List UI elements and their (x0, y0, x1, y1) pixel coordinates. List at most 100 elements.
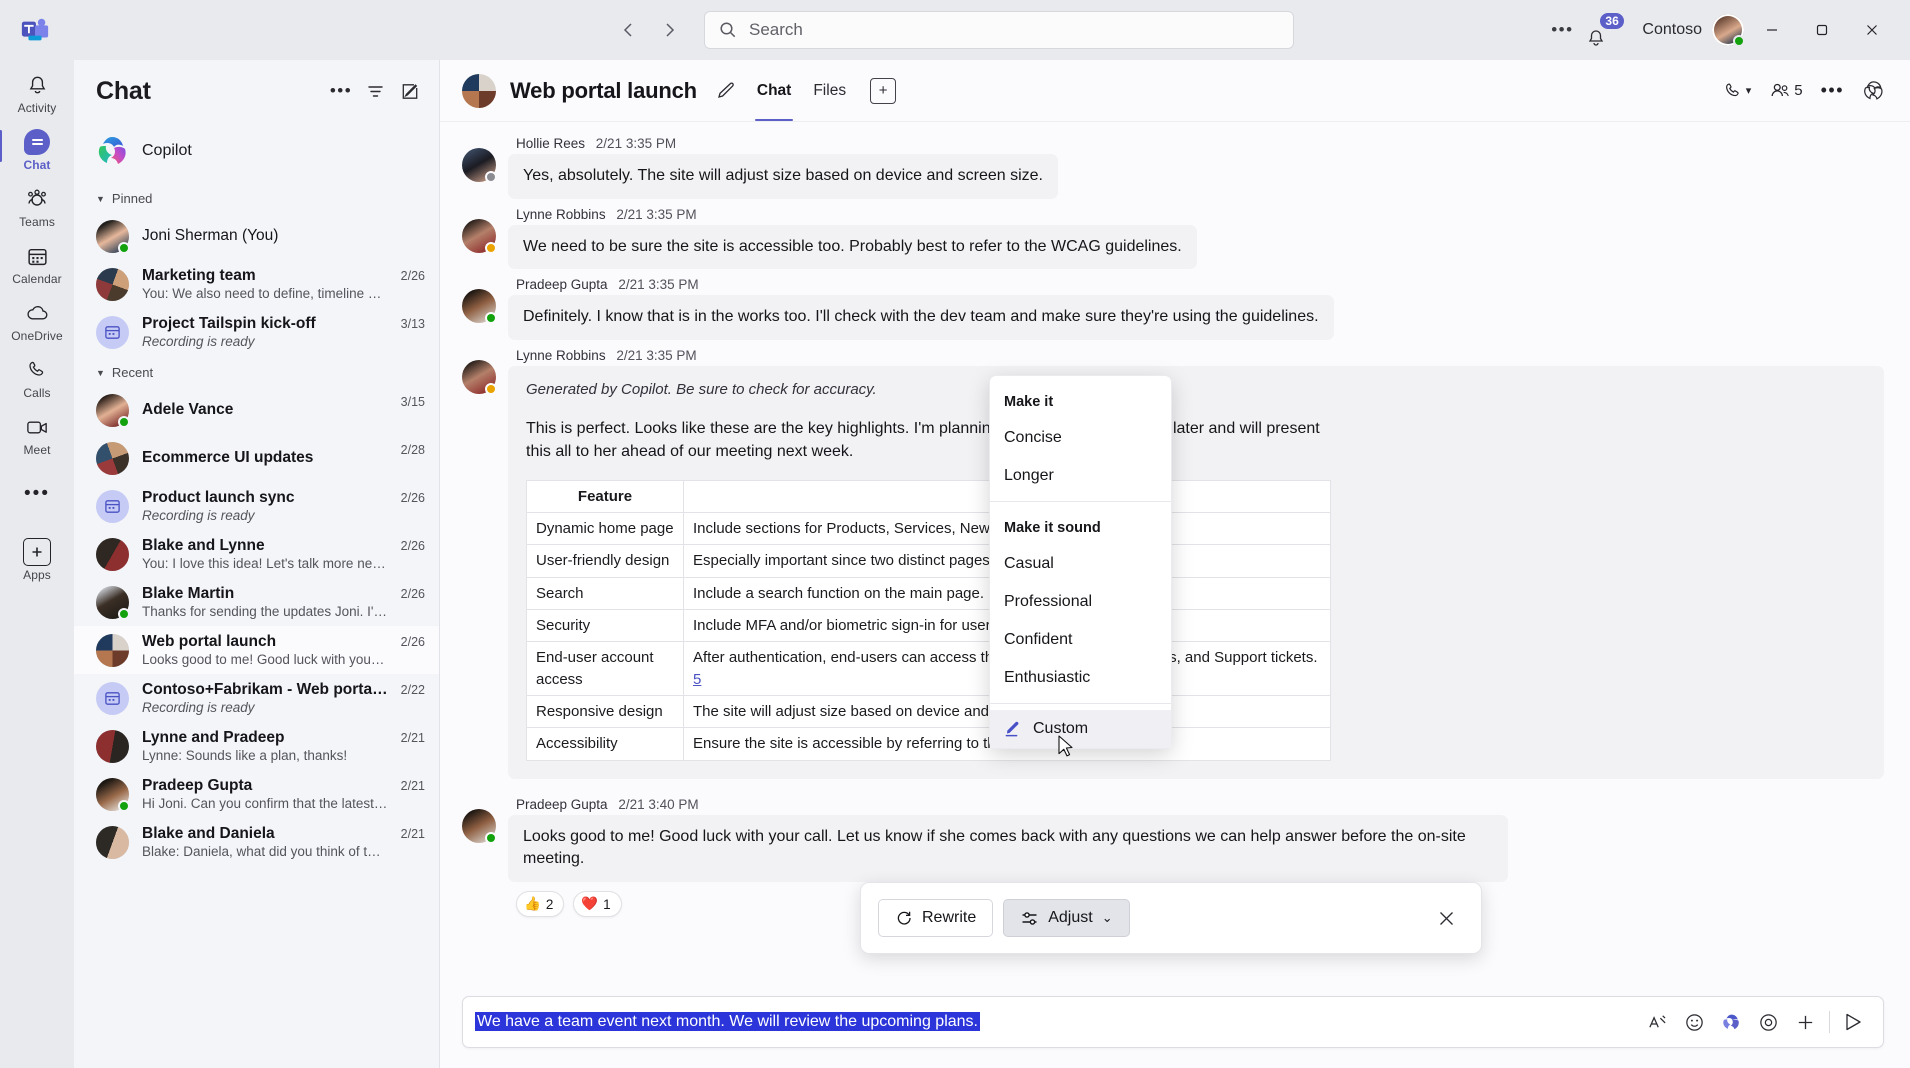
list-item-preview: You: I love this idea! Let's talk more n… (142, 556, 388, 571)
table-cell: User-friendly design (526, 544, 684, 578)
list-item-label: Blake and Lynne (142, 537, 265, 554)
teams-logo-icon (18, 13, 52, 47)
participants-button[interactable]: 5 (1762, 74, 1809, 108)
sidebar-item-meet[interactable]: Meet (5, 408, 69, 461)
list-item[interactable]: Ecommerce UI updates 2/28 (74, 434, 439, 482)
list-item-web-portal-launch[interactable]: Web portal launch Looks good to me! Good… (74, 626, 439, 674)
chat-section-pinned[interactable]: ▼ Pinned (74, 182, 439, 212)
chat-section-recent[interactable]: ▼ Recent (74, 356, 439, 386)
emoji-icon[interactable] (1677, 1005, 1711, 1039)
list-item-label: Lynne and Pradeep (142, 729, 285, 746)
menu-item-confident[interactable]: Confident (990, 621, 1171, 659)
list-item[interactable]: Pradeep Gupta Hi Joni. Can you confirm t… (74, 770, 439, 818)
table-cell: Responsive design (526, 694, 684, 729)
list-item-copilot[interactable]: Copilot (84, 126, 431, 176)
maximize-button[interactable] (1800, 11, 1844, 49)
org-name: Contoso (1642, 21, 1702, 38)
menu-item-concise[interactable]: Concise (990, 419, 1171, 457)
pencil-icon[interactable] (711, 76, 741, 106)
reaction-thumbsup[interactable]: 👍 2 (516, 891, 565, 917)
sidebar-item-onedrive[interactable]: OneDrive (5, 294, 69, 347)
list-item[interactable]: Marketing team You: We also need to defi… (74, 260, 439, 308)
message-meta: Hollie Rees 2/21 3:35 PM (508, 132, 1884, 154)
tab-files[interactable]: Files (805, 60, 854, 121)
conversation-tabs: Chat Files + (749, 60, 897, 121)
chat-list-actions: ••• (325, 75, 425, 107)
compose-icon[interactable] (393, 75, 425, 107)
list-item[interactable]: Adele Vance 3/15 (74, 386, 439, 434)
list-item-label: Blake Martin (142, 585, 235, 602)
filter-icon[interactable] (359, 75, 391, 107)
sidebar-item-apps[interactable]: Apps (5, 533, 69, 586)
chat-list-scroll[interactable]: Copilot ▼ Pinned Joni Sherman (You) Mark… (74, 122, 439, 1068)
close-icon[interactable] (1429, 901, 1463, 935)
close-button[interactable] (1850, 11, 1894, 49)
sidebar-item-chat[interactable]: Chat (0, 123, 69, 176)
list-item[interactable]: Joni Sherman (You) (74, 212, 439, 260)
list-item-date: 2/26 (400, 539, 425, 553)
format-icon[interactable] (1640, 1005, 1674, 1039)
list-item[interactable]: Contoso+Fabrikam - Web portal ki... Reco… (74, 674, 439, 722)
feature-table: Feature Dynamic home page Include sectio… (526, 479, 1331, 761)
list-item-preview: Looks good to me! Good luck with your ca… (142, 652, 388, 667)
message-composer[interactable]: We have a team event next month. We will… (462, 996, 1884, 1048)
list-item[interactable]: Product launch sync Recording is ready 2… (74, 482, 439, 530)
chat-list-panel: Chat ••• Copilot ▼ Pinned Joni Sherman (… (74, 60, 440, 1068)
plus-icon[interactable] (1788, 1005, 1822, 1039)
menu-divider (990, 703, 1171, 704)
copilot-icon[interactable] (1855, 74, 1892, 108)
tab-chat[interactable]: Chat (749, 60, 799, 121)
minimize-button[interactable] (1750, 11, 1794, 49)
message-input[interactable]: We have a team event next month. We will… (471, 1007, 1640, 1037)
presence-available-icon (1733, 35, 1745, 47)
avatar[interactable] (1712, 14, 1745, 47)
list-item[interactable]: Project Tailspin kick-off Recording is r… (74, 308, 439, 356)
menu-item-professional[interactable]: Professional (990, 583, 1171, 621)
search-input[interactable]: Search (704, 11, 1294, 49)
copilot-icon[interactable] (1714, 1005, 1748, 1039)
sidebar-item-calendar[interactable]: Calendar (5, 237, 69, 290)
avatar (96, 393, 130, 428)
citation-link[interactable]: 5 (693, 671, 701, 688)
sidebar-item-teams[interactable]: Teams (5, 180, 69, 233)
sidebar-item-label: Meet (23, 443, 51, 457)
notifications-button[interactable]: 36 (1586, 11, 1628, 48)
message-body: Generated by Copilot. Be sure to check f… (508, 366, 1884, 779)
conversation-more-button[interactable]: ••• (1814, 74, 1851, 108)
list-item[interactable]: Blake and Lynne You: I love this idea! L… (74, 530, 439, 578)
menu-item-longer[interactable]: Longer (990, 457, 1171, 495)
forward-button[interactable] (652, 13, 686, 47)
avatar (96, 633, 129, 667)
composer-icons (1640, 1005, 1871, 1039)
notification-badge: 36 (1598, 11, 1626, 31)
list-item[interactable]: Blake Martin Thanks for sending the upda… (74, 578, 439, 626)
list-item[interactable]: Lynne and Pradeep Lynne: Sounds like a p… (74, 722, 439, 770)
menu-item-casual[interactable]: Casual (990, 545, 1171, 583)
menu-item-custom[interactable]: Custom (990, 710, 1171, 748)
call-button[interactable]: ▾ (1716, 74, 1759, 108)
loop-icon[interactable] (1751, 1005, 1785, 1039)
table-row: User-friendly design Especially importan… (526, 544, 1331, 578)
rewrite-button[interactable]: Rewrite (878, 899, 994, 937)
sidebar-item-activity[interactable]: Activity (5, 66, 69, 119)
menu-item-enthusiastic[interactable]: Enthusiastic (990, 659, 1171, 697)
adjust-button[interactable]: Adjust ⌄ (1003, 899, 1130, 937)
search-icon (719, 21, 737, 39)
list-item[interactable]: Blake and Daniela Blake: Daniela, what d… (74, 818, 439, 866)
sidebar-more-button[interactable]: ••• (5, 475, 69, 511)
back-button[interactable] (612, 13, 646, 47)
list-item-preview: Lynne: Sounds like a plan, thanks! (142, 748, 348, 763)
message-author: Hollie Rees (516, 136, 586, 151)
reaction-heart[interactable]: ❤️ 1 (573, 891, 622, 917)
presence-away-icon (485, 241, 497, 254)
message-text: Looks good to me! Good luck with your ca… (508, 814, 1508, 882)
send-icon[interactable] (1837, 1005, 1871, 1039)
chevron-down-icon: ⌄ (1101, 910, 1113, 925)
message-list[interactable]: Hollie Rees 2/21 3:35 PM Yes, absolutely… (440, 122, 1910, 990)
add-tab-button[interactable]: + (870, 77, 897, 104)
sidebar-item-calls[interactable]: Calls (5, 351, 69, 404)
table-row: End-user account access After authentica… (526, 641, 1331, 696)
chat-list-more-button[interactable]: ••• (325, 75, 357, 107)
titlebar-more-button[interactable]: ••• (1544, 13, 1580, 47)
thumbsup-icon: 👍 (524, 896, 541, 911)
